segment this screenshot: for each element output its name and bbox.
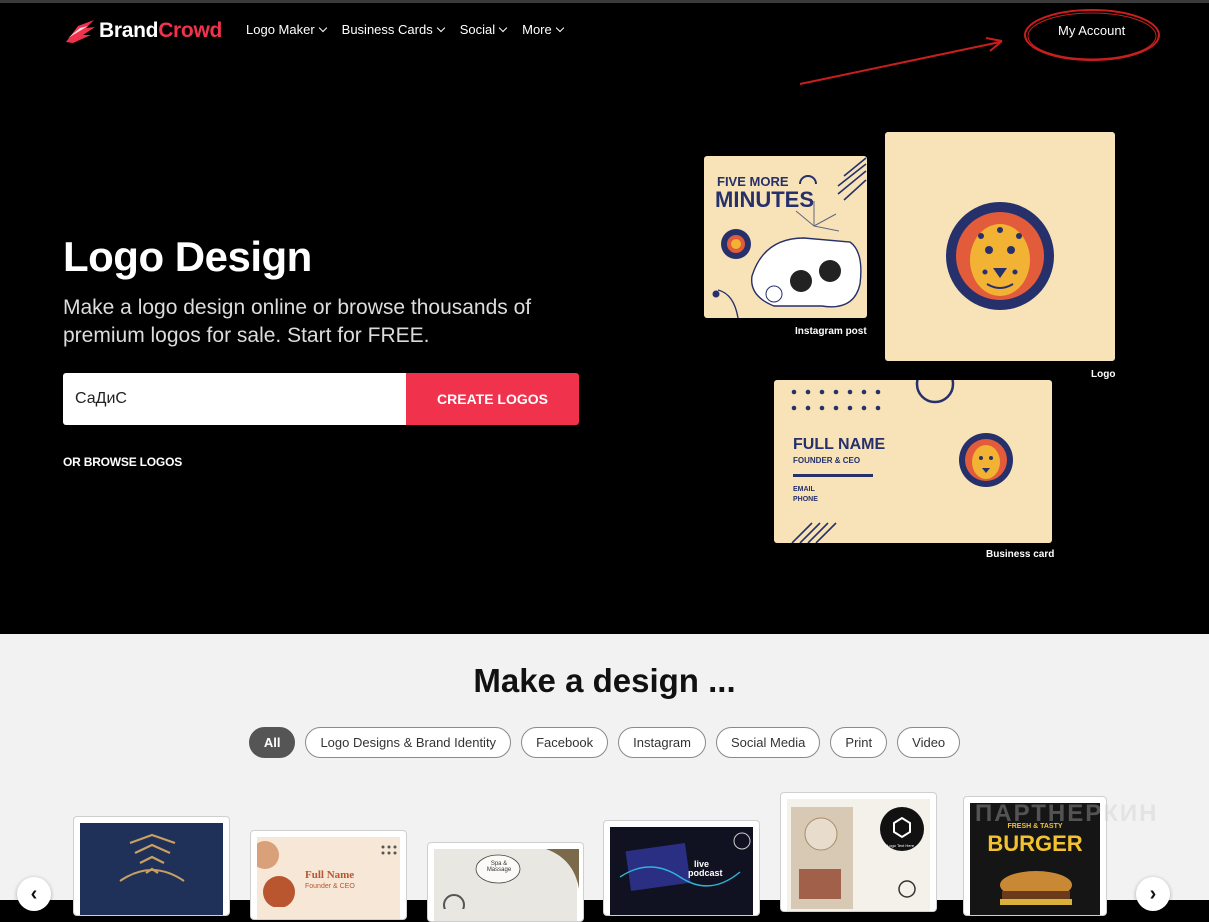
lion-griffin-icon bbox=[119, 833, 185, 882]
filter-social-media[interactable]: Social Media bbox=[715, 727, 821, 758]
instagram-post-preview[interactable]: FIVE MORE MINUTES bbox=[704, 156, 867, 318]
podcast-wave-icon bbox=[619, 832, 751, 891]
thumb-podcast-line2: podcast bbox=[688, 868, 723, 878]
category-filters: All Logo Designs & Brand Identity Facebo… bbox=[0, 727, 1209, 758]
template-thumb-podcast[interactable]: live podcast bbox=[603, 820, 760, 916]
instagram-caption: Instagram post bbox=[795, 326, 867, 337]
thumb-full-name: Full Name bbox=[305, 869, 355, 881]
chevron-down-icon bbox=[498, 23, 508, 33]
nav-item-label: Business Cards bbox=[341, 22, 433, 37]
filter-logo-designs[interactable]: Logo Designs & Brand Identity bbox=[305, 727, 512, 758]
make-design-title: Make a design ... bbox=[473, 662, 736, 699]
annotation-circle bbox=[1024, 9, 1160, 61]
template-thumb-lion-logo[interactable] bbox=[73, 816, 230, 916]
leopard-emblem-icon bbox=[946, 202, 1054, 310]
filter-facebook[interactable]: Facebook bbox=[521, 727, 609, 758]
nav-item-label: More bbox=[522, 22, 552, 37]
brand-name-part-1: Brand bbox=[99, 19, 159, 42]
carousel-prev-button[interactable]: ‹ bbox=[17, 877, 51, 911]
company-name-input[interactable] bbox=[63, 373, 406, 425]
annotation-overlay bbox=[799, 9, 1160, 85]
nav-item-label: Logo Maker bbox=[246, 22, 315, 37]
filter-all[interactable]: All bbox=[248, 727, 296, 758]
nav-item-label: Social bbox=[459, 22, 496, 37]
annotation-arrow-line bbox=[799, 41, 1001, 85]
thumb-burger-title: BURGER bbox=[987, 831, 1083, 856]
business-card-caption: Business card bbox=[986, 549, 1055, 560]
filter-video[interactable]: Video bbox=[897, 727, 961, 758]
card-full-name: FULL NAME bbox=[793, 436, 886, 453]
interior-photo-icon bbox=[791, 807, 924, 909]
nav-item-logo-maker[interactable]: Logo Maker bbox=[246, 22, 327, 37]
card-role: FOUNDER & CEO bbox=[793, 456, 861, 465]
nav-item-more[interactable]: More bbox=[522, 22, 564, 37]
chevron-down-icon bbox=[555, 23, 564, 33]
watermark: ПАРТНЕРКИН bbox=[975, 800, 1159, 827]
logo-caption: Logo bbox=[1091, 369, 1116, 380]
filter-print[interactable]: Print bbox=[830, 727, 888, 758]
filter-instagram[interactable]: Instagram bbox=[618, 727, 706, 758]
thumb-role: Founder & CEO bbox=[305, 883, 355, 890]
browse-logos-link[interactable]: OR BROWSE LOGOS bbox=[63, 455, 182, 469]
template-thumb-business-card[interactable]: Full Name Founder & CEO bbox=[250, 830, 407, 920]
nav-item-social[interactable]: Social bbox=[459, 22, 508, 37]
create-logos-button[interactable]: CREATE LOGOS bbox=[406, 373, 579, 425]
hero-subtitle: Make a logo design online or browse thou… bbox=[63, 296, 532, 347]
card-email: EMAIL bbox=[793, 486, 815, 493]
chevron-down-icon bbox=[436, 23, 445, 33]
template-thumb-interior[interactable]: Logo Text Here bbox=[780, 792, 937, 912]
brand-name-part-2: Crowd bbox=[158, 19, 223, 42]
hero-title: Logo Design bbox=[63, 233, 312, 280]
thumb-logo-text: Logo Text Here bbox=[887, 843, 915, 848]
carousel-next-button[interactable]: › bbox=[1136, 877, 1170, 911]
card-phone: PHONE bbox=[793, 496, 818, 503]
nav-item-business-cards[interactable]: Business Cards bbox=[341, 22, 445, 37]
spa-leaves-icon bbox=[443, 849, 579, 909]
annotation-circle-inner bbox=[1027, 12, 1157, 60]
brand-name: BrandCrowd bbox=[99, 19, 222, 43]
template-thumb-spa[interactable]: Spa & Massage bbox=[427, 842, 584, 922]
logo-preview[interactable] bbox=[885, 132, 1115, 361]
brandcrowd-logo[interactable]: BrandCrowd bbox=[64, 17, 222, 45]
nav-menu: Logo Maker Business Cards Social More bbox=[246, 22, 579, 37]
business-card-preview[interactable]: FULL NAME FOUNDER & CEO EMAIL PHONE bbox=[774, 380, 1052, 543]
chevron-down-icon bbox=[318, 23, 327, 33]
instagram-headline-2: MINUTES bbox=[715, 187, 814, 212]
brand-wing-icon bbox=[66, 20, 95, 43]
thumb-spa-text: Spa & Massage bbox=[486, 861, 512, 873]
create-logo-form: CREATE LOGOS bbox=[63, 373, 579, 425]
